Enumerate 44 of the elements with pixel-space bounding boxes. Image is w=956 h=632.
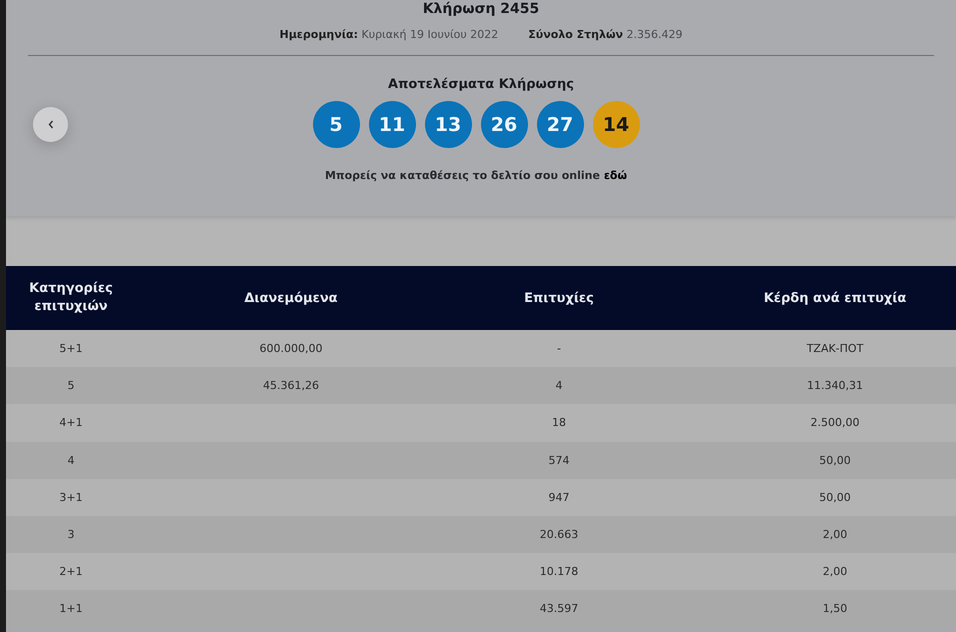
online-text: Μπορείς να καταθέσεις το δελτίο σου online bbox=[324, 169, 600, 182]
table-cell: ΤΖΑΚ-ΠΟΤ bbox=[806, 342, 864, 356]
number-ball: 27 bbox=[536, 101, 584, 148]
total-text: Σύνολο Στηλών 2.356.429 bbox=[528, 28, 682, 41]
table-cell: 2,00 bbox=[822, 565, 848, 578]
table-cell: 600.000,00 bbox=[260, 342, 322, 356]
date-text: Ημερομηνία: Κυριακή 19 Ιουνίου 2022 bbox=[279, 28, 498, 41]
draw-title: Κλήρωση 2455 bbox=[422, 1, 540, 17]
here-link[interactable]: εδώ bbox=[604, 169, 628, 182]
table-cell: 50,00 bbox=[819, 454, 851, 467]
column-header: Διανεμόμενα bbox=[243, 290, 339, 306]
table-cell: 3 bbox=[68, 528, 74, 542]
number-ball: 26 bbox=[480, 101, 528, 148]
column-header: Επιτυχίες bbox=[523, 290, 595, 306]
table-cell: 10.178 bbox=[540, 565, 578, 578]
table-cell: 1,50 bbox=[822, 602, 848, 616]
table-cell: 2.500,00 bbox=[810, 416, 860, 430]
table-cell: 574 bbox=[548, 454, 570, 467]
table-cell: 4 bbox=[68, 454, 74, 467]
number-ball: 13 bbox=[424, 101, 472, 148]
number-ball: 5 bbox=[312, 101, 360, 148]
back-button[interactable] bbox=[33, 107, 68, 142]
table-cell: 45.361,26 bbox=[263, 379, 319, 392]
table-cell: 20.663 bbox=[540, 528, 578, 542]
table-cell: 43.597 bbox=[540, 602, 578, 616]
table-cell: 5+1 bbox=[59, 342, 83, 356]
number-ball: 14 bbox=[592, 101, 640, 148]
results-title: Αποτελέσματα Κλήρωσης bbox=[388, 77, 574, 92]
table-cell: 50,00 bbox=[819, 490, 851, 504]
chevron-left-icon bbox=[48, 120, 54, 129]
table-cell: 11.340,31 bbox=[807, 379, 863, 392]
table-cell: 3+1 bbox=[59, 490, 83, 504]
table-cell: 18 bbox=[552, 416, 566, 430]
table-cell: - bbox=[557, 342, 561, 356]
column-header: Κατηγορίες επιτυχιών bbox=[28, 280, 114, 316]
table-cell: 4+1 bbox=[59, 416, 83, 430]
table-cell: 947 bbox=[548, 490, 570, 504]
number-ball: 11 bbox=[368, 101, 416, 148]
table-cell: 1+1 bbox=[59, 602, 83, 616]
table-cell: 2,00 bbox=[822, 528, 848, 542]
table-cell: 5 bbox=[68, 379, 74, 392]
column-header: Κέρδη ανά επιτυχία bbox=[762, 290, 908, 306]
table-cell: 2+1 bbox=[59, 565, 83, 578]
table-cell: 4 bbox=[556, 379, 562, 392]
